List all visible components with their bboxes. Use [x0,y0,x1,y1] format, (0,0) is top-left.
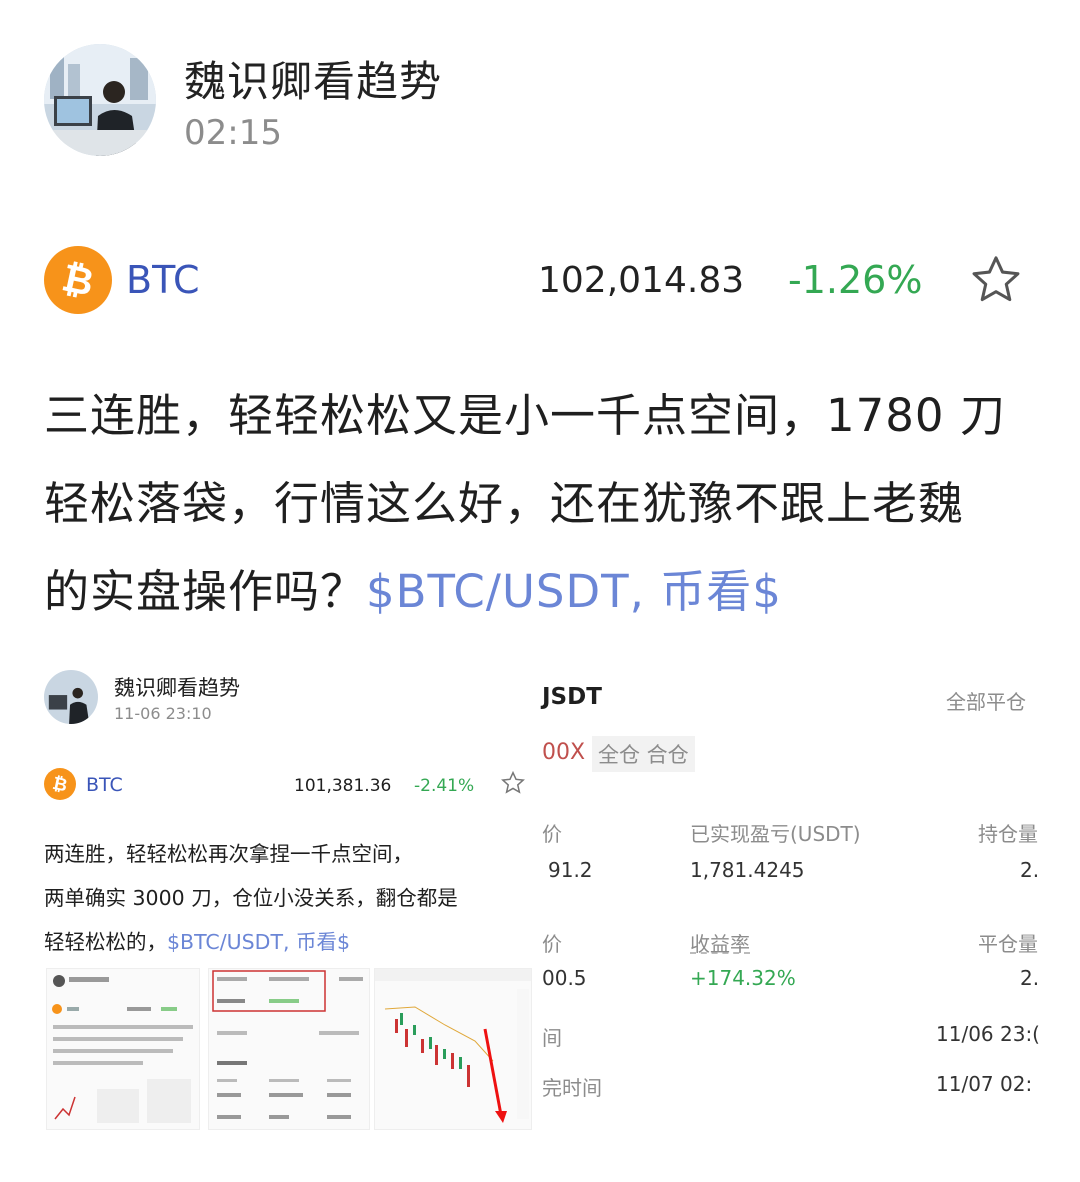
author-avatar[interactable] [44,44,156,156]
rp-hold-qty-label: 持仓量 [978,822,1038,846]
embedded-ticker-change: -2.41% [414,776,475,796]
rp-roi-value: +174.32% [690,966,796,990]
bitcoin-icon[interactable]: ₿ [44,246,112,314]
rp-entry-label: 价 [542,822,562,846]
embedded-star-icon [500,770,526,800]
post-hashtags[interactable]: $BTC/USDT, 币看$ [366,565,782,618]
post-time: 02:15 [184,113,282,153]
embedded-bitcoin-icon: ₿ [44,768,76,804]
rp-entry-value: 91.2 [548,858,593,882]
rp-open-time-value: 11/06 23:( [936,1022,1040,1046]
embedded-line: 两连胜，轻轻松松再次拿捏一千点空间， [44,842,413,866]
embedded-author: 魏识卿看趋势 [114,676,240,700]
thumbnail-positions [208,968,370,1130]
attached-image[interactable]: 魏识卿看趋势 11-06 23:10 ₿ BTC 101,381.36 -2.4… [44,654,1044,1134]
embedded-line: 两单确实 3000 刀，仓位小没关系，翻仓都是 [44,886,458,910]
rp-close-qty-label: 平仓量 [978,932,1038,956]
embedded-ticker-price: 101,381.36 [294,776,392,796]
rp-open-time-label: 间 [542,1026,562,1050]
embedded-ticker-symbol: BTC [86,774,123,796]
embedded-line: 轻轻松松的， [44,930,167,954]
rp-close-time-label: 完时间 [542,1076,602,1100]
embedded-time: 11-06 23:10 [114,704,212,723]
rp-roi-label: 收益率 [690,932,750,956]
rp-close-all-button: 全部平仓 [946,690,1026,714]
rp-pair: JSDT [542,684,602,710]
rp-realized-pnl-label: 已实现盈亏(USDT) [690,822,861,846]
thumbnail-candle-chart [374,968,532,1130]
rp-margin-mode: 全仓 合仓 [592,736,695,772]
ticker-symbol[interactable]: BTC [126,258,200,302]
post-body: 三连胜，轻轻松松又是小一千点空间，1780 刀 轻松落袋，行情这么好，还在犹豫不… [44,372,1044,636]
post-line: 的实盘操作吗？ [44,565,367,618]
rp-realized-pnl-value: 1,781.4245 [690,858,805,882]
rp-hold-qty-value: 2. [1020,858,1040,882]
rp-close-qty-value: 2. [1020,966,1040,990]
ticker-change: -1.26% [788,258,923,302]
rp-exit-label: 价 [542,932,562,956]
author-name[interactable]: 魏识卿看趋势 [184,48,442,109]
rp-exit-value: 00.5 [542,966,587,990]
star-icon[interactable] [968,252,1024,312]
embedded-body: 两连胜，轻轻松松再次拿捏一千点空间， 两单确实 3000 刀，仓位小没关系，翻仓… [44,832,524,964]
rp-close-time-value: 11/07 02: [936,1072,1033,1096]
thumbnail-post [46,968,200,1130]
embedded-hashtags: $BTC/USDT, 币看$ [167,930,351,954]
post-line: 三连胜，轻轻松松又是小一千点空间，1780 刀 [44,389,1006,442]
rp-leverage: 00X [542,740,586,765]
ticker-price: 102,014.83 [538,260,745,301]
post-line: 轻松落袋，行情这么好，还在犹豫不跟上老魏 [44,477,965,530]
embedded-avatar [44,670,98,724]
